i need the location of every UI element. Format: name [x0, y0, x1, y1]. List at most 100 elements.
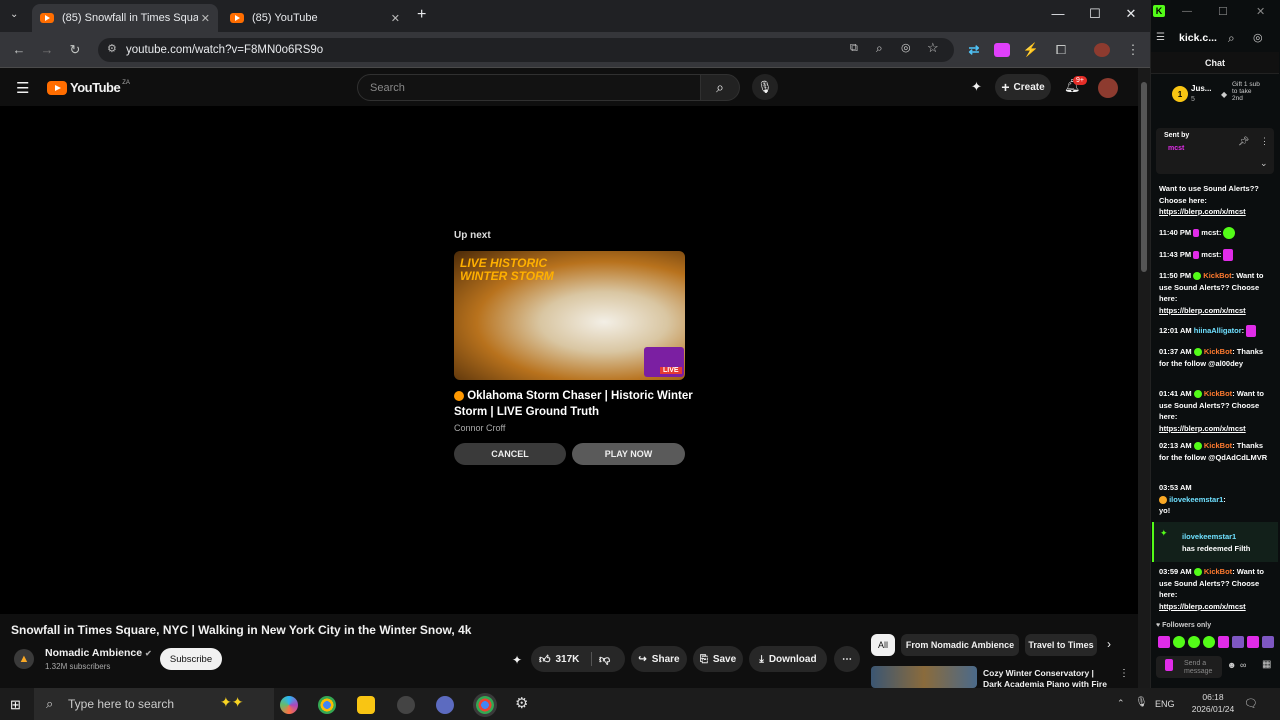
panel-eye-off-icon[interactable]: ◎	[1253, 31, 1263, 44]
chrome-app-icon[interactable]	[318, 696, 336, 714]
panel-maximize-icon[interactable]: ☐	[1218, 5, 1228, 18]
gift-sub-text[interactable]: Gift 1 sub to take 2nd	[1232, 81, 1262, 102]
address-bar[interactable]: ⚙ youtube.com/watch?v=F8MN0o6RS9o ⧉ ⌕ ◎ …	[98, 38, 954, 62]
message-user[interactable]: mcst	[1201, 250, 1219, 259]
chat-settings-icon[interactable]: ▦	[1262, 659, 1271, 670]
account-avatar[interactable]	[1098, 78, 1118, 98]
page-scrollbar[interactable]	[1138, 68, 1150, 688]
extension-translate-icon[interactable]: ⇄	[965, 42, 983, 58]
message-user[interactable]: KickBot	[1204, 389, 1232, 398]
download-button[interactable]: ⤓ Download	[749, 646, 827, 672]
maximize-icon[interactable]: ☐	[1085, 6, 1105, 22]
forward-icon[interactable]: →	[38, 42, 56, 57]
taskbar-search-input[interactable]: ⌕ Type here to search ✦✦	[34, 688, 274, 720]
message-user[interactable]: KickBot	[1204, 347, 1232, 356]
emote-picker-icon[interactable]: ☻	[1227, 660, 1236, 670]
message-link[interactable]: https://blerp.com/x/mcst	[1159, 306, 1246, 315]
extensions-puzzle-icon[interactable]: ⧠	[1052, 42, 1070, 58]
close-window-icon[interactable]: ✕	[1121, 6, 1141, 22]
voice-search-icon[interactable]: 🎙	[752, 74, 778, 100]
like-icon[interactable]: 👍︎	[539, 653, 551, 666]
copilot-app-icon[interactable]	[280, 696, 298, 714]
up-next-thumbnail[interactable]: LIVE HISTORIC WINTER STORM LIVE	[454, 251, 685, 380]
message-user[interactable]: hiinaAlligator	[1194, 326, 1242, 335]
recommended-thumbnail[interactable]	[871, 666, 977, 688]
subscribe-button[interactable]: Subscribe	[160, 648, 222, 670]
profile-avatar-icon[interactable]	[1094, 43, 1110, 57]
tray-overflow-icon[interactable]: ⌃	[1117, 698, 1125, 709]
message-user[interactable]: KickBot	[1204, 567, 1232, 576]
chip-all[interactable]: All	[871, 634, 895, 656]
pinned-menu-icon[interactable]: ⋮	[1260, 136, 1269, 147]
up-next-channel[interactable]: Connor Croff	[454, 423, 505, 433]
channel-name[interactable]: Nomadic Ambience ✔	[45, 647, 152, 659]
like-count[interactable]: 317K	[556, 654, 580, 665]
panel-minimize-icon[interactable]: —	[1182, 6, 1192, 17]
bookmark-star-icon[interactable]: ☆	[927, 40, 939, 56]
message-user[interactable]: mcst	[1201, 228, 1219, 237]
cancel-button[interactable]: CANCEL	[454, 443, 566, 465]
message-user[interactable]: KickBot	[1203, 271, 1231, 280]
new-tab-icon[interactable]: +	[417, 6, 426, 24]
ai-sparkle-icon[interactable]: ✦	[971, 79, 982, 95]
channel-avatar[interactable]: ▲	[14, 649, 34, 669]
more-actions-icon[interactable]: ⋯	[834, 646, 860, 672]
link-icon[interactable]: ∞	[1240, 660, 1246, 670]
browser-menu-icon[interactable]: ⋮	[1124, 42, 1142, 58]
back-icon[interactable]: ←	[10, 42, 28, 57]
up-next-title[interactable]: Oklahoma Storm Chaser | Historic Winter …	[454, 388, 694, 420]
chip-travel[interactable]: Travel to Times	[1025, 634, 1097, 656]
message-user[interactable]: ilovekeemstar1	[1169, 495, 1223, 504]
search-input[interactable]: Search	[357, 74, 701, 101]
search-button[interactable]: ⌕	[700, 74, 740, 101]
kick-url[interactable]: kick.c...	[1179, 32, 1217, 44]
zoom-icon[interactable]: ⌕	[876, 41, 883, 56]
extension-lightning-icon[interactable]: ⚡	[1022, 42, 1040, 58]
minimize-icon[interactable]: —	[1048, 6, 1068, 21]
hamburger-menu-icon[interactable]: ☰	[16, 79, 29, 97]
cast-icon[interactable]: ⧉	[850, 42, 858, 55]
site-info-icon[interactable]: ⚙	[107, 42, 117, 55]
tab-search-icon[interactable]: ⌄	[10, 9, 18, 20]
play-now-button[interactable]: PLAY NOW	[572, 443, 685, 465]
pin-icon[interactable]: 📌︎	[1238, 136, 1249, 147]
create-button[interactable]: + Create	[995, 74, 1051, 100]
panel-settings-icon[interactable]: ☰	[1156, 32, 1165, 43]
close-tab-icon[interactable]: ✕	[201, 12, 210, 25]
pinned-expand-icon[interactable]: ⌄	[1260, 158, 1268, 169]
recommended-title[interactable]: Cozy Winter Conservatory | Dark Academia…	[983, 668, 1115, 688]
panel-zoom-icon[interactable]: ⌕	[1228, 31, 1235, 46]
extension-kick-icon[interactable]	[994, 43, 1010, 57]
file-explorer-app-icon[interactable]	[357, 696, 375, 714]
dislike-icon[interactable]: 👎︎	[599, 653, 610, 666]
reload-icon[interactable]: ↻	[66, 42, 84, 58]
tab-youtube[interactable]: (85) YouTube ✕	[222, 4, 408, 32]
notification-center-icon[interactable]: 🗨︎	[1244, 697, 1258, 710]
chip-from-channel[interactable]: From Nomadic Ambience	[901, 634, 1019, 656]
youtube-logo[interactable]: YouTube ZA	[47, 80, 130, 95]
share-button[interactable]: ↪ Share	[631, 646, 687, 672]
clock[interactable]: 06:18 2026/01/24	[1188, 691, 1238, 715]
settings-gear-icon[interactable]: ⚙	[515, 694, 528, 712]
ai-ask-icon[interactable]: ✦	[512, 653, 522, 667]
chrome-active-app-icon[interactable]	[476, 696, 494, 714]
message-link[interactable]: https://blerp.com/x/mcst	[1159, 424, 1246, 433]
emote-bar[interactable]	[1158, 636, 1274, 650]
pinned-message[interactable]: Sent by mcst 📌︎ ⋮ ⌄	[1156, 128, 1274, 174]
microphone-icon[interactable]: 🎙︎	[1135, 697, 1148, 708]
recommended-menu-icon[interactable]: ⋮	[1119, 668, 1129, 679]
windows-start-icon[interactable]: ⊞	[10, 697, 21, 713]
top-gifter-name[interactable]: Jus...	[1191, 84, 1211, 93]
save-button[interactable]: ⎘ Save	[693, 646, 743, 672]
obs-app-icon[interactable]	[397, 696, 415, 714]
language-indicator[interactable]: ENG	[1155, 699, 1175, 709]
chips-next-icon[interactable]: ›	[1107, 637, 1111, 651]
message-link[interactable]: https://blerp.com/x/mcst	[1159, 207, 1246, 216]
message-user[interactable]: KickBot	[1204, 441, 1232, 450]
panel-close-icon[interactable]: ✕	[1256, 5, 1265, 18]
eye-off-icon[interactable]: ◎	[901, 41, 911, 54]
snipping-tool-app-icon[interactable]	[436, 696, 454, 714]
redeem-user[interactable]: ilovekeemstar1	[1182, 532, 1236, 541]
message-link[interactable]: https://blerp.com/x/mcst	[1159, 602, 1246, 611]
tab-snowfall[interactable]: (85) Snowfall in Times Square, N ✕	[32, 4, 218, 32]
